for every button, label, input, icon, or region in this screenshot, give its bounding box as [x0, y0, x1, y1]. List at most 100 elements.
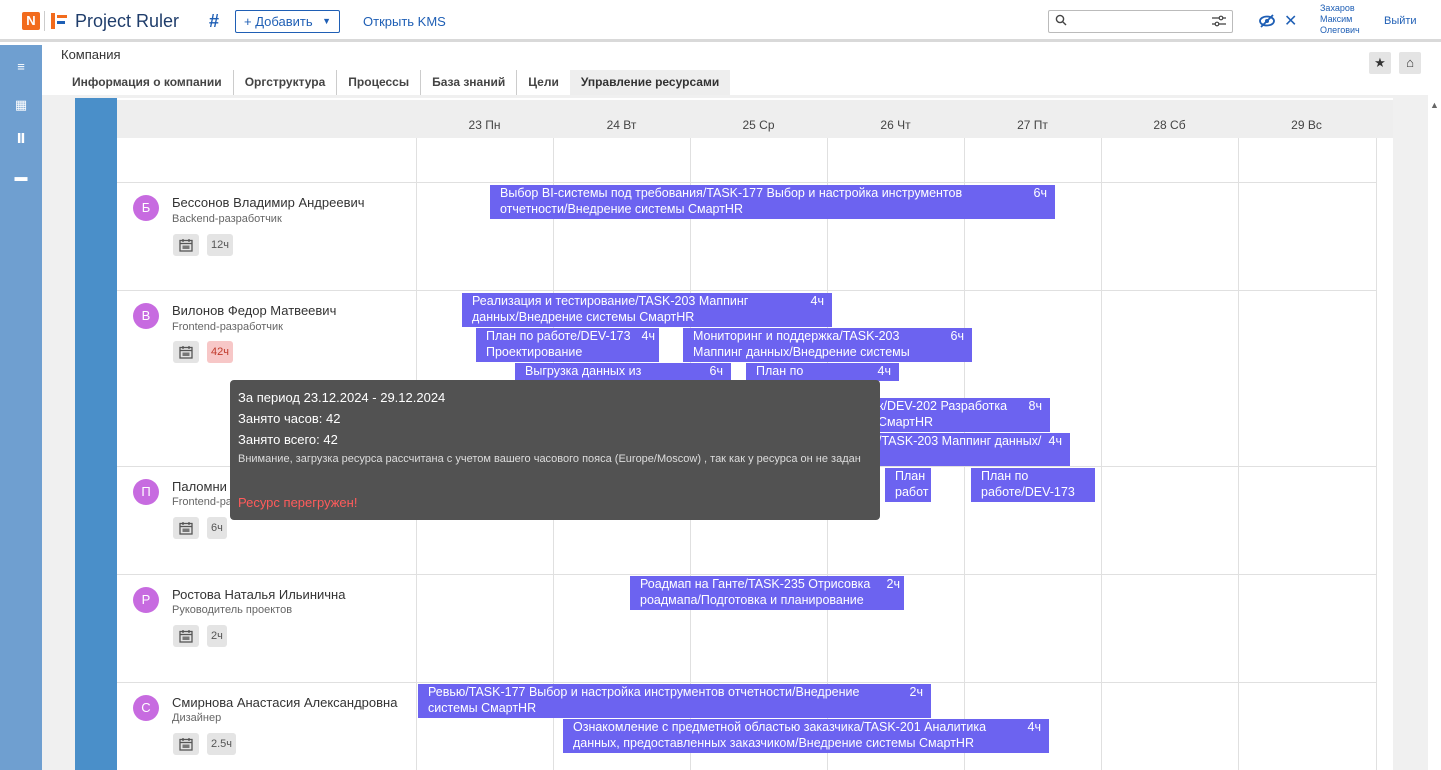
calendar-button[interactable] — [173, 625, 199, 647]
grid-line — [1101, 138, 1102, 770]
task-title: Ревью/TASK-177 Выбор и настройка инструм… — [428, 685, 860, 699]
day-26: 26 Чт — [880, 118, 911, 132]
task-bar[interactable]: к/DEV-202 Разработка СмартHR 8ч — [870, 398, 1050, 432]
task-title-cont: Проектирование — [486, 345, 583, 359]
add-button[interactable]: + Добавить ▼ — [235, 10, 340, 33]
calendar-button[interactable] — [173, 517, 199, 539]
hours-badge[interactable]: 12ч — [207, 234, 233, 256]
calendar-icon — [179, 522, 193, 535]
tab-resource-management[interactable]: Управление ресурсами — [569, 70, 731, 95]
filter-icon[interactable] — [1212, 15, 1226, 27]
person-name[interactable]: Паломни — [172, 479, 227, 494]
task-title-cont: отчетности/Внедрение системы СмартHR — [500, 202, 743, 216]
task-bar[interactable]: План по работе/DEV-173 — [971, 468, 1095, 502]
tools-icon[interactable]: ✕ — [1284, 11, 1297, 31]
add-button-label: + Добавить — [244, 14, 313, 29]
logout-link[interactable]: Выйти — [1384, 15, 1417, 27]
breadcrumb[interactable]: Компания — [61, 47, 121, 62]
person-role: Дизайнер — [172, 712, 222, 724]
task-bar[interactable]: Ознакомление с предметной областью заказ… — [563, 719, 1049, 753]
row-divider — [117, 290, 1377, 291]
grid-line — [1238, 138, 1239, 770]
task-title-cont: данных/Внедрение системы СмартHR — [472, 310, 695, 324]
tab-processes[interactable]: Процессы — [337, 70, 422, 95]
task-bar[interactable]: Выгрузка данных из 6ч — [515, 363, 731, 381]
task-bar[interactable]: План по 4ч — [746, 363, 899, 381]
task-title: План по — [981, 469, 1029, 483]
home-icon[interactable]: ⌂ — [1399, 52, 1421, 74]
folder-icon[interactable]: ▬ — [12, 169, 30, 185]
tab-company-info[interactable]: Информация о компании — [61, 70, 234, 95]
row-divider — [117, 682, 1377, 683]
task-bar[interactable]: /TASK-203 Маппинг данных/ 4ч — [870, 433, 1070, 466]
hours-badge-overloaded[interactable]: 42ч — [207, 341, 233, 363]
menu-icon[interactable]: ≡ — [12, 59, 30, 75]
task-hours: 2ч — [909, 685, 923, 699]
task-title: План по работе/DEV-173 — [486, 329, 631, 343]
task-bar[interactable]: Мониторинг и поддержка/TASK-203 Маппинг … — [683, 328, 972, 362]
task-bar[interactable]: Ревью/TASK-177 Выбор и настройка инструм… — [418, 684, 931, 718]
hours-badge[interactable]: 2.5ч — [207, 733, 237, 755]
task-hours: 6ч — [950, 329, 964, 343]
person-name[interactable]: Смирнова Анастасия Александровна — [172, 695, 397, 710]
day-24: 24 Вт — [606, 118, 637, 132]
gantt-side-strip — [75, 98, 117, 770]
dashboard-icon[interactable]: ▦ — [12, 97, 30, 113]
person-name[interactable]: Ростова Наталья Ильинична — [172, 587, 345, 602]
calendar-button[interactable] — [173, 341, 199, 363]
logo-divider — [44, 11, 45, 31]
task-title: Мониторинг и поддержка/TASK-203 — [693, 329, 900, 343]
task-hours: 6ч — [709, 364, 723, 378]
logo-n-icon[interactable]: N — [22, 12, 40, 30]
sidebar: ≡ ▦ Ⅱ ▬ — [0, 45, 42, 770]
task-title: Выгрузка данных из — [525, 364, 642, 378]
user-name-line1: Захаров — [1320, 3, 1355, 13]
task-bar[interactable]: Роадмап на Ганте/TASK-235 Отрисовка роад… — [630, 576, 904, 610]
task-bar[interactable]: План работ — [885, 468, 931, 502]
task-bar[interactable]: План по работе/DEV-173 Проектирование 4ч — [476, 328, 659, 362]
tooltip-busy-hours: Занято часов: 42 — [238, 411, 341, 426]
person-name[interactable]: Вилонов Федор Матвеевич — [172, 303, 336, 318]
calendar-icon — [179, 346, 193, 359]
search-input[interactable] — [1048, 10, 1233, 33]
project-ruler-logo-icon[interactable] — [51, 13, 67, 29]
calendar-icon — [179, 239, 193, 252]
task-hours: 4ч — [1048, 434, 1062, 448]
scroll-up-icon[interactable]: ▲ — [1430, 100, 1439, 110]
task-title-cont: СмартHR — [878, 415, 934, 429]
avatar: С — [133, 695, 159, 721]
brand-title[interactable]: Project Ruler — [75, 11, 179, 32]
task-title: /TASK-203 Маппинг данных/ — [878, 434, 1042, 448]
star-icon[interactable]: ★ — [1369, 52, 1391, 74]
top-bar: N Project Ruler # + Добавить ▼ Открыть K… — [0, 0, 1441, 42]
library-icon[interactable]: Ⅱ — [12, 131, 30, 147]
hide-eye-icon[interactable] — [1259, 14, 1275, 28]
person-role: Frontend-разработчик — [172, 321, 283, 333]
task-bar[interactable]: Реализация и тестирование/TASK-203 Маппи… — [462, 293, 832, 327]
avatar: В — [133, 303, 159, 329]
person-role: Frontend-ра — [172, 496, 232, 508]
calendar-icon — [179, 738, 193, 751]
tab-goals[interactable]: Цели — [517, 70, 570, 95]
task-hours: 4ч — [1027, 720, 1041, 734]
calendar-button[interactable] — [173, 234, 199, 256]
calendar-button[interactable] — [173, 733, 199, 755]
tooltip-busy-total: Занято всего: 42 — [238, 432, 338, 447]
day-27: 27 Пт — [1017, 118, 1048, 132]
user-name[interactable]: Захаров Максим Олегович — [1320, 3, 1360, 36]
task-title: к/DEV-202 Разработка — [878, 399, 1008, 413]
hashtag-icon[interactable]: # — [209, 11, 219, 32]
tab-org-structure[interactable]: Оргструктура — [234, 70, 338, 95]
task-title-cont: работе/DEV-173 — [981, 485, 1075, 499]
open-kms-link[interactable]: Открыть KMS — [363, 14, 446, 29]
hours-badge[interactable]: 6ч — [207, 517, 227, 539]
task-hours: 4ч — [810, 294, 824, 308]
task-hours: 4ч — [641, 329, 655, 343]
task-bar[interactable]: Выбор BI-системы под требования/TASK-177… — [490, 185, 1055, 219]
hours-badge[interactable]: 2ч — [207, 625, 227, 647]
task-title: Выбор BI-системы под требования/TASK-177… — [500, 186, 963, 200]
task-title: Роадмап на Ганте/TASK-235 Отрисовка — [640, 577, 871, 591]
person-name[interactable]: Бессонов Владимир Андреевич — [172, 195, 365, 210]
day-25: 25 Ср — [742, 118, 775, 132]
tab-knowledge-base[interactable]: База знаний — [421, 70, 518, 95]
